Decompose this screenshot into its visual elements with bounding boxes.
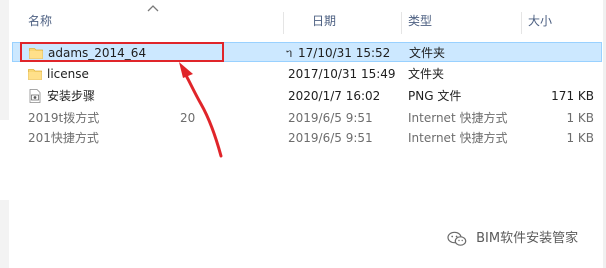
file-name: 201快捷方式 — [28, 131, 99, 145]
file-name: license — [47, 67, 89, 81]
file-type: Internet 快捷方式 — [408, 111, 508, 125]
file-date: 2019/6/5 9:51 — [288, 111, 373, 125]
date-prefix-glyph: ᥐ — [286, 46, 293, 60]
file-type: PNG 文件 — [408, 89, 462, 103]
watermark: BIM软件安装管家 — [447, 227, 578, 251]
column-header-size[interactable]: 大小 — [528, 10, 588, 32]
column-header-type[interactable]: 类型 — [408, 10, 488, 32]
navigation-pane-edge — [0, 0, 11, 268]
folder-icon — [28, 69, 42, 80]
nav-pane-panel-bottom — [0, 200, 9, 268]
column-header-bar: 名称 日期 类型 大小 — [12, 10, 602, 34]
file-row-license[interactable]: license 2017/10/31 15:49 文件夹 — [12, 64, 602, 84]
file-row-shortcut-1[interactable]: 2019t拨方式 20 2019/6/5 9:51 Internet 快捷方式 … — [12, 108, 602, 128]
file-name: 安装步骤 — [47, 89, 96, 103]
file-row-shortcut-2[interactable]: 201快捷方式 2019/6/5 9:51 Internet 快捷方式 1 KB — [12, 128, 602, 148]
watermark-text: BIM软件安装管家 — [476, 231, 579, 246]
column-header-date[interactable]: 日期 — [312, 10, 392, 32]
file-size: 1 KB — [566, 111, 594, 125]
image-file-icon — [29, 89, 41, 103]
file-date: 2019/6/5 9:51 — [288, 131, 373, 145]
nav-pane-panel-top — [0, 0, 9, 120]
file-type: 文件夹 — [408, 67, 445, 81]
file-size: 171 KB — [551, 89, 594, 103]
file-name: 2019t拨方式 — [28, 111, 100, 125]
file-row-install-steps[interactable]: 安装步骤 2020/1/7 16:02 PNG 文件 171 KB — [12, 86, 602, 106]
column-header-name[interactable]: 名称 — [28, 10, 228, 32]
column-divider[interactable] — [401, 12, 402, 34]
file-type: Internet 快捷方式 — [408, 131, 508, 145]
file-date: 17/10/31 15:52 — [298, 46, 391, 60]
file-date: 2017/10/31 15:49 — [288, 67, 396, 81]
annotation-arrow-icon — [179, 62, 223, 158]
column-divider[interactable] — [283, 12, 284, 34]
file-type: 文件夹 — [409, 46, 446, 60]
column-divider[interactable] — [521, 12, 522, 34]
wechat-icon — [447, 231, 467, 246]
file-size: 1 KB — [566, 131, 594, 145]
file-date: 2020/1/7 16:02 — [288, 89, 381, 103]
annotation-highlight-box — [20, 42, 224, 62]
